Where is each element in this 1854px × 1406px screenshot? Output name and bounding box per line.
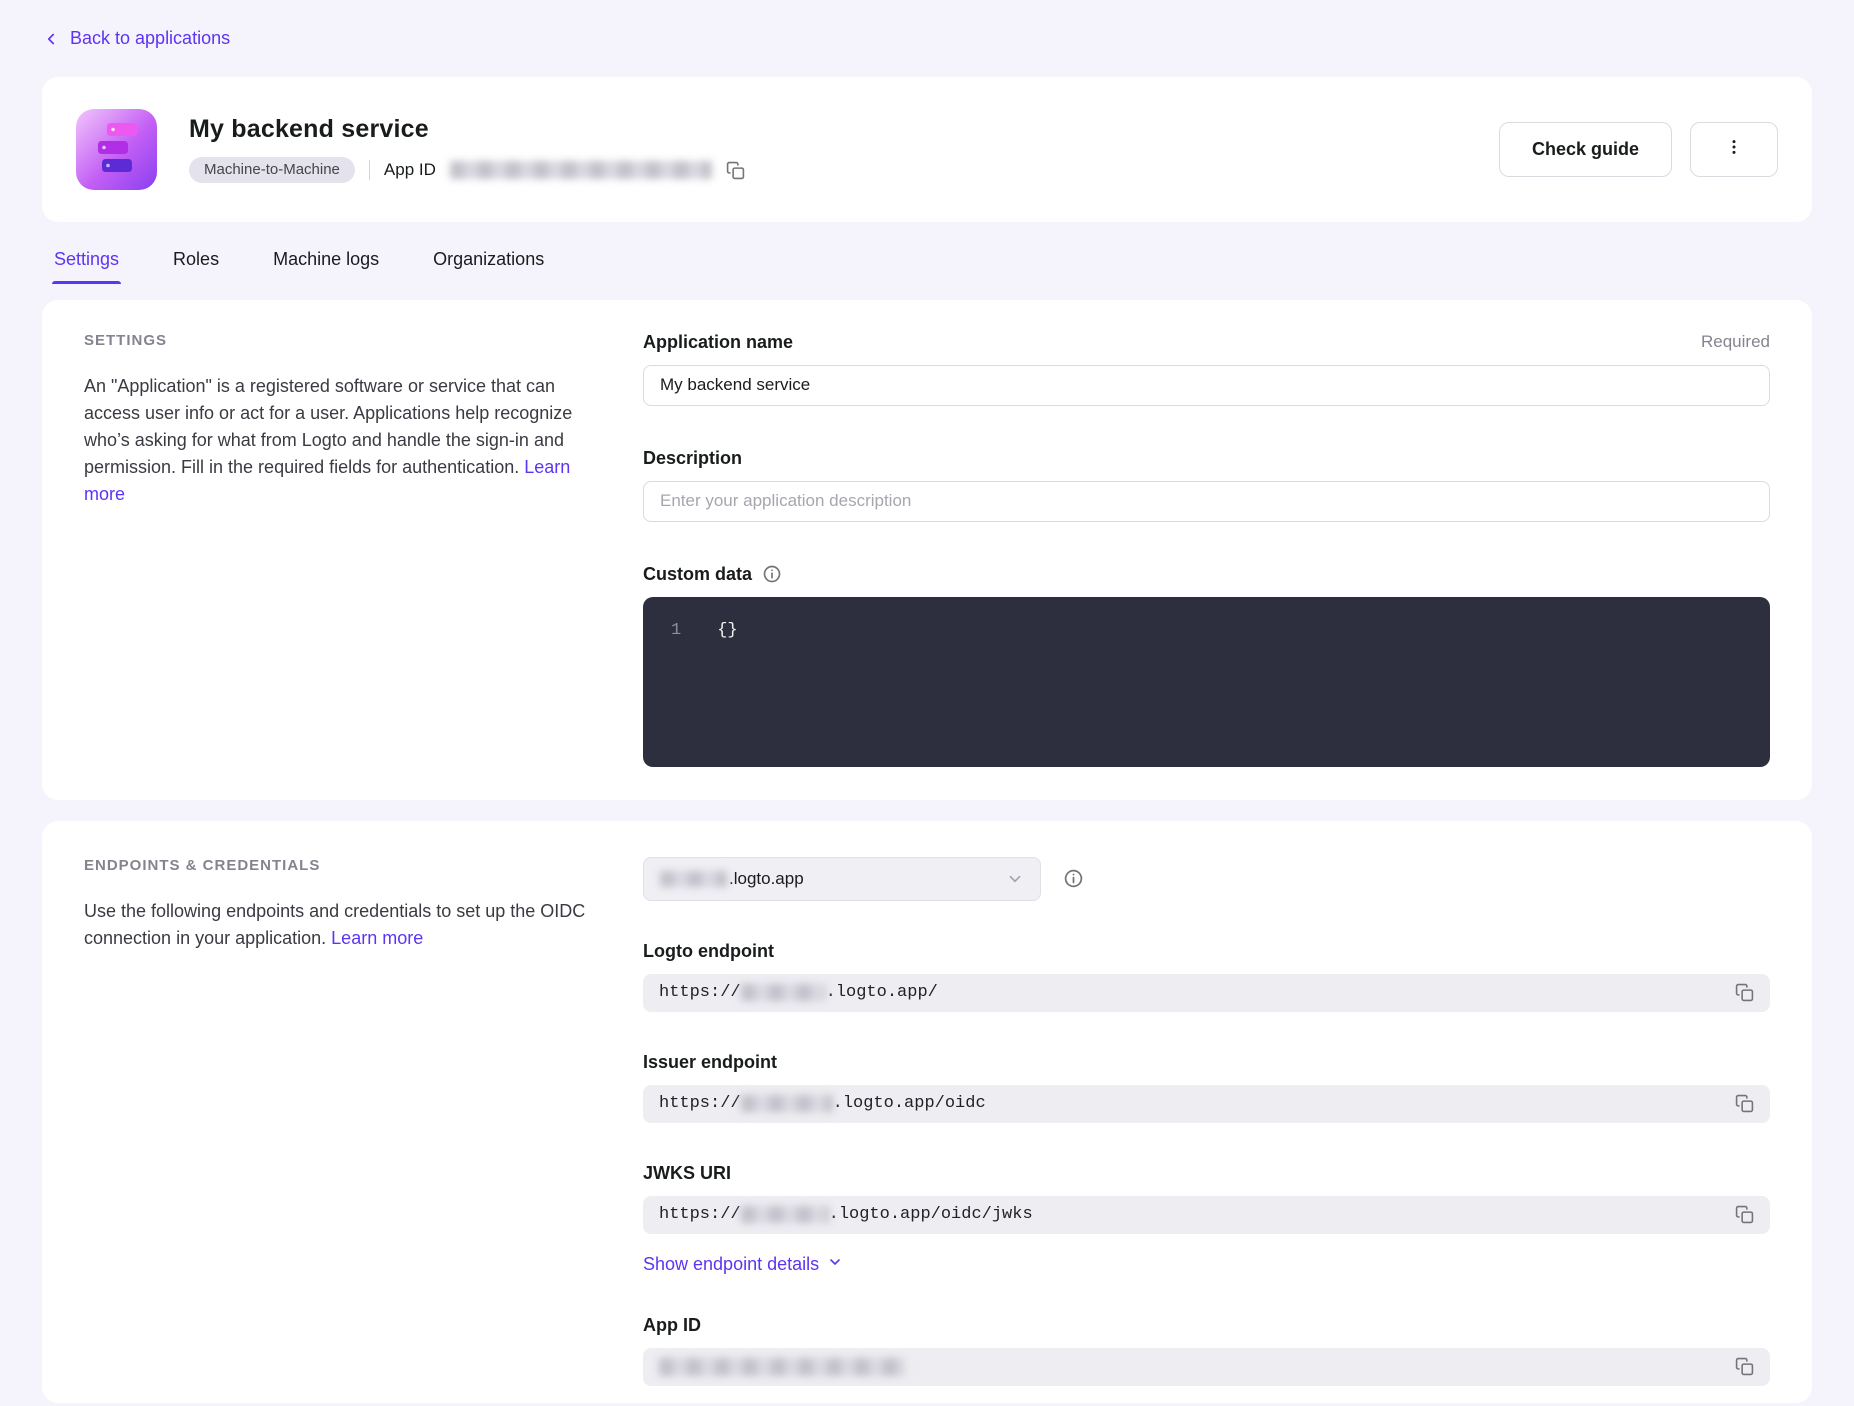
more-actions-button[interactable] [1690, 122, 1778, 177]
chevron-down-icon [1006, 870, 1024, 888]
chevron-down-icon [827, 1254, 843, 1275]
header-actions: Check guide [1499, 122, 1778, 177]
custom-data-group: Custom data 1 {} [643, 564, 1770, 767]
issuer-endpoint-field: https:// .logto.app/oidc [643, 1085, 1770, 1123]
url-suffix: .logto.app/oidc [833, 1094, 986, 1113]
show-details-row: Show endpoint details [643, 1254, 1770, 1275]
app-id-value-redacted [450, 161, 712, 179]
copy-app-id-field-button[interactable] [1735, 1357, 1754, 1376]
endpoints-card: ENDPOINTS & CREDENTIALS Use the followin… [42, 821, 1812, 1403]
url-prefix: https:// [659, 1094, 741, 1113]
check-guide-button[interactable]: Check guide [1499, 122, 1672, 177]
settings-section-intro: SETTINGS An "Application" is a registere… [84, 332, 599, 508]
editor-line-number: 1 [671, 621, 681, 640]
logto-endpoint-field: https:// .logto.app/ [643, 974, 1770, 1012]
tenant-id-redacted [741, 984, 826, 1001]
issuer-endpoint-label: Issuer endpoint [643, 1052, 777, 1073]
editor-code: {} [717, 621, 737, 640]
description-group: Description [643, 448, 1770, 522]
app-id-field [643, 1348, 1770, 1386]
page: Back to applications [0, 0, 1854, 1403]
info-icon[interactable] [762, 564, 782, 584]
jwks-uri-field: https:// .logto.app/oidc/jwks [643, 1196, 1770, 1234]
description-input[interactable] [643, 481, 1770, 522]
jwks-uri-group: JWKS URI https:// .logto.app/oidc/jwks [643, 1163, 1770, 1234]
tenant-id-redacted [741, 1206, 829, 1223]
url-prefix: https:// [659, 1205, 741, 1224]
copy-jwks-uri-button[interactable] [1735, 1205, 1754, 1224]
tab-roles[interactable]: Roles [171, 249, 221, 284]
url-prefix: https:// [659, 983, 741, 1002]
application-name-label: Application name [643, 332, 793, 353]
copy-issuer-endpoint-button[interactable] [1735, 1094, 1754, 1113]
endpoints-learn-more-link[interactable]: Learn more [331, 928, 423, 948]
tenant-id-redacted [741, 1095, 833, 1112]
application-name-group: Application name Required [643, 332, 1770, 406]
settings-card: SETTINGS An "Application" is a registere… [42, 300, 1812, 800]
logto-endpoint-label: Logto endpoint [643, 941, 774, 962]
tab-organizations[interactable]: Organizations [431, 249, 546, 284]
back-to-applications-link[interactable]: Back to applications [42, 28, 230, 49]
domain-select[interactable]: .logto.app [643, 857, 1041, 901]
app-type-badge: Machine-to-Machine [189, 157, 355, 183]
show-details-label: Show endpoint details [643, 1254, 819, 1275]
issuer-endpoint-group: Issuer endpoint https:// .logto.app/oidc [643, 1052, 1770, 1123]
url-suffix: .logto.app/ [826, 983, 938, 1002]
tab-machine-logs[interactable]: Machine logs [271, 249, 381, 284]
jwks-uri-label: JWKS URI [643, 1163, 731, 1184]
app-logo [76, 109, 157, 190]
meta-divider [369, 160, 370, 180]
copy-logto-endpoint-button[interactable] [1735, 983, 1754, 1002]
kebab-icon [1724, 137, 1744, 162]
settings-form: Application name Required Description Cu… [643, 332, 1770, 767]
application-name-input[interactable] [643, 365, 1770, 406]
app-id-label: App ID [384, 160, 436, 180]
copy-app-id-button[interactable] [726, 161, 745, 180]
required-indicator: Required [1701, 332, 1770, 352]
tab-bar: Settings Roles Machine logs Organization… [42, 249, 1812, 284]
app-id-group: App ID [643, 1315, 1770, 1386]
endpoints-form: .logto.app Logto endpoint https:// .logt… [643, 857, 1770, 1386]
logto-endpoint-group: Logto endpoint https:// .logto.app/ [643, 941, 1770, 1012]
app-title: My backend service [189, 115, 745, 144]
app-id-value-redacted [659, 1358, 905, 1376]
settings-section-description: An "Application" is a registered softwar… [84, 376, 572, 477]
chevron-left-icon [42, 30, 60, 48]
app-meta-row: Machine-to-Machine App ID [189, 157, 745, 183]
app-header-card: My backend service Machine-to-Machine Ap… [42, 77, 1812, 222]
settings-section-heading: SETTINGS [84, 332, 599, 349]
custom-data-label: Custom data [643, 564, 752, 585]
app-id-field-label: App ID [643, 1315, 701, 1336]
domain-value-redacted [660, 871, 727, 887]
domain-info-icon[interactable] [1063, 868, 1084, 889]
description-label: Description [643, 448, 742, 469]
url-suffix: .logto.app/oidc/jwks [829, 1205, 1033, 1224]
show-endpoint-details-link[interactable]: Show endpoint details [643, 1254, 843, 1275]
endpoints-section-heading: ENDPOINTS & CREDENTIALS [84, 857, 599, 874]
tab-settings[interactable]: Settings [52, 249, 121, 284]
app-header-info: My backend service Machine-to-Machine Ap… [189, 115, 745, 183]
custom-data-editor[interactable]: 1 {} [643, 597, 1770, 767]
back-link-label: Back to applications [70, 28, 230, 49]
domain-select-row: .logto.app [643, 857, 1770, 901]
domain-suffix: .logto.app [729, 869, 804, 889]
endpoints-section-intro: ENDPOINTS & CREDENTIALS Use the followin… [84, 857, 599, 952]
